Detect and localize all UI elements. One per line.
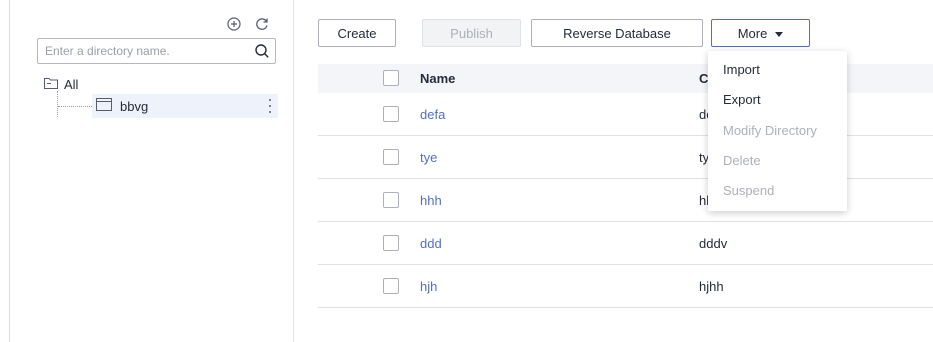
row-checkbox[interactable] — [383, 192, 399, 208]
table-row: hjh hjhh — [318, 265, 933, 308]
tree-connector — [57, 91, 58, 117]
column-header-name[interactable]: Name — [420, 71, 455, 86]
caret-down-icon — [775, 31, 784, 37]
tree-node-label: bbvg — [120, 98, 149, 114]
directory-search-input[interactable] — [38, 39, 249, 63]
sidebar-divider[interactable] — [293, 0, 294, 342]
menu-item-delete[interactable]: Delete — [723, 153, 761, 168]
row-cell: dddv — [699, 235, 728, 251]
row-name-link[interactable]: ddd — [420, 236, 442, 251]
publish-button[interactable]: Publish — [422, 19, 521, 47]
menu-item-import[interactable]: Import — [723, 62, 760, 77]
search-icon[interactable] — [249, 39, 275, 63]
tree-root-label: All — [64, 77, 79, 92]
row-checkbox[interactable] — [383, 278, 399, 294]
more-button-label: More — [737, 25, 768, 41]
table-icon — [96, 98, 112, 114]
table-row: ddd dddv — [318, 222, 933, 265]
column-header-c[interactable]: C — [699, 71, 708, 86]
create-button[interactable]: Create — [318, 19, 396, 47]
row-name-link[interactable]: defa — [420, 107, 445, 122]
tree-root-all[interactable]: All — [44, 77, 78, 92]
row-checkbox[interactable] — [383, 149, 399, 165]
menu-item-suspend[interactable]: Suspend — [723, 183, 774, 198]
directory-search — [37, 38, 276, 64]
tree-actions — [226, 16, 270, 32]
row-name-link[interactable]: hjh — [420, 279, 437, 294]
more-actions-icon[interactable] — [268, 99, 272, 113]
reverse-database-button[interactable]: Reverse Database — [531, 19, 703, 47]
row-cell: hjhh — [699, 278, 724, 294]
more-button[interactable]: More — [711, 19, 810, 47]
add-directory-icon[interactable] — [226, 16, 242, 32]
row-checkbox[interactable] — [383, 106, 399, 122]
select-all-checkbox[interactable] — [383, 70, 399, 86]
folder-icon — [44, 77, 58, 92]
tree-node-bbvg[interactable]: bbvg — [92, 94, 278, 118]
menu-item-export[interactable]: Export — [723, 92, 761, 107]
row-name-link[interactable]: tye — [420, 150, 437, 165]
tree-connector — [58, 106, 92, 107]
row-name-link[interactable]: hhh — [420, 193, 442, 208]
menu-item-modify-directory[interactable]: Modify Directory — [723, 123, 817, 138]
left-edge-rule — [9, 0, 10, 342]
row-checkbox[interactable] — [383, 235, 399, 251]
more-dropdown-menu: Import Export Modify Directory Delete Su… — [708, 51, 847, 211]
refresh-icon[interactable] — [254, 16, 270, 32]
